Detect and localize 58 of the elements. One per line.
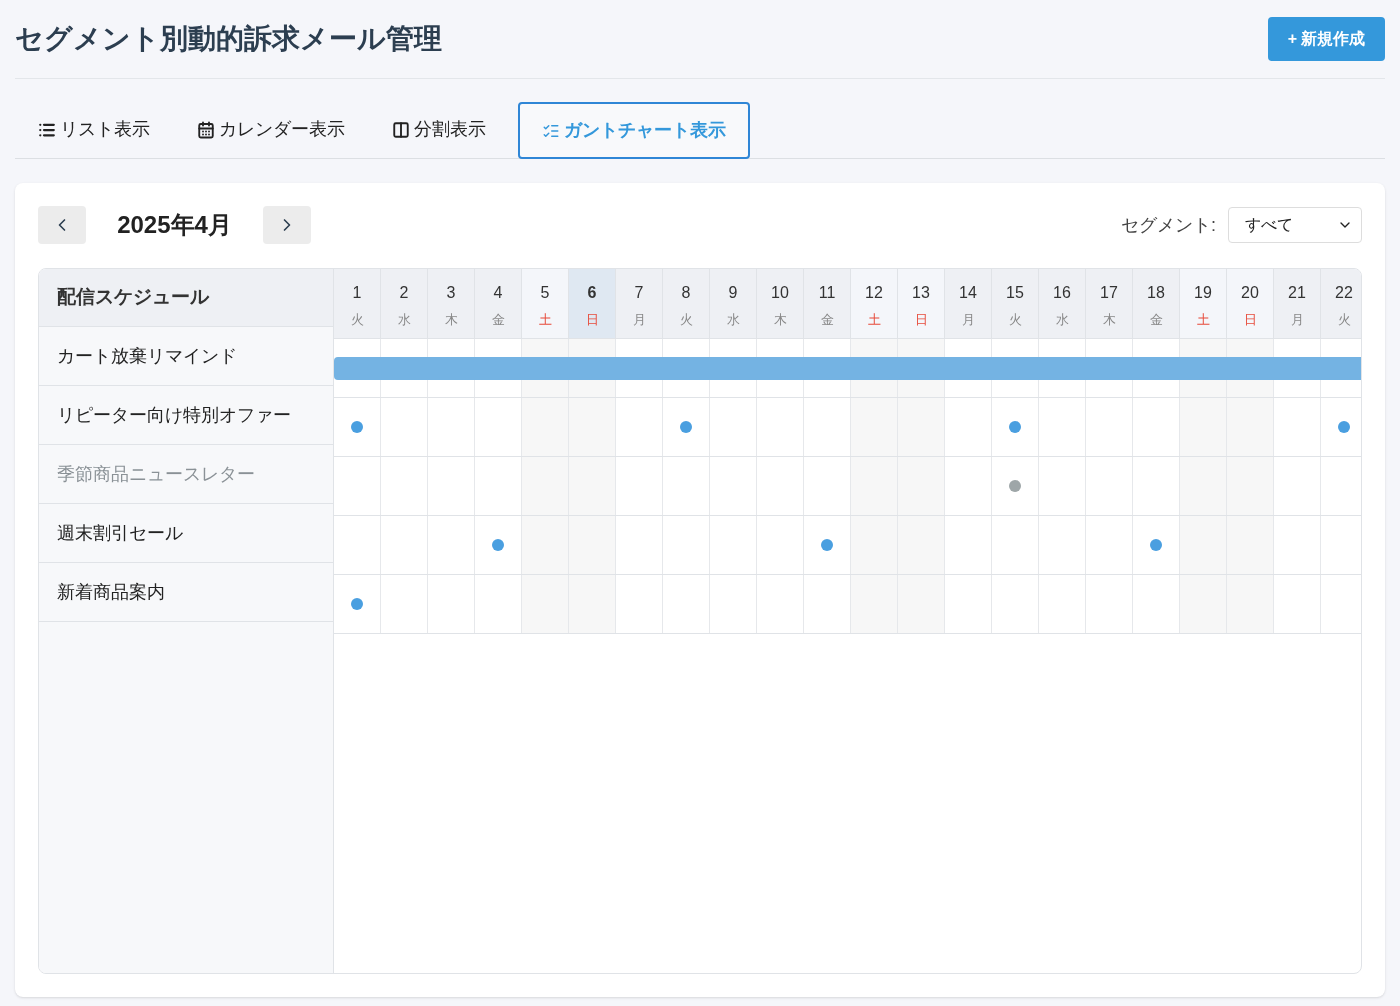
day-number: 17 (1100, 283, 1118, 303)
day-number: 22 (1335, 283, 1353, 303)
view-tab[interactable]: 分割表示 (377, 101, 501, 158)
segment-select[interactable]: すべて (1228, 207, 1362, 243)
month-label: 2025年4月 (116, 210, 233, 240)
segment-name[interactable]: 新着商品案内 (39, 563, 333, 622)
weekday-label: 木 (444, 311, 458, 329)
day-number: 10 (771, 283, 789, 303)
day-number: 14 (959, 283, 977, 303)
day-number: 1 (352, 283, 362, 303)
day-number: 15 (1006, 283, 1024, 303)
day-number: 11 (818, 283, 836, 303)
weekday-label: 月 (632, 311, 646, 329)
day-number: 9 (728, 283, 738, 303)
segment-name[interactable]: 週末割引セール (39, 504, 333, 563)
weekday-label: 火 (1337, 311, 1351, 329)
segment-label: セグメント: (1121, 213, 1216, 237)
segment-name[interactable]: リピーター向け特別オファー (39, 386, 333, 445)
view-tab[interactable]: カレンダー表示 (182, 101, 360, 158)
day-number: 21 (1288, 283, 1306, 303)
weekday-label: 火 (1008, 311, 1022, 329)
day-number: 18 (1147, 283, 1165, 303)
calendar-icon (197, 120, 215, 139)
weekday-label: 土 (867, 311, 881, 329)
weekday-label: 木 (773, 311, 787, 329)
weekday-label: 火 (679, 311, 693, 329)
weekday-label: 土 (1196, 311, 1210, 329)
weekday-label: 金 (1149, 311, 1163, 329)
weekday-label: 月 (1290, 311, 1304, 329)
day-number: 12 (865, 283, 883, 303)
weekday-label: 土 (538, 311, 552, 329)
weekday-label: 水 (397, 311, 411, 329)
weekday-label: 金 (491, 311, 505, 329)
weekday-label: 日 (585, 311, 599, 329)
weekday-label: 月 (961, 311, 975, 329)
weekday-label: 木 (1102, 311, 1116, 329)
page-title: セグメント別動的訴求メール管理 (15, 22, 442, 56)
day-number: 2 (399, 283, 409, 303)
day-number: 4 (493, 283, 503, 303)
day-number: 20 (1241, 283, 1259, 303)
weekday-label: 日 (1243, 311, 1257, 329)
view-tab[interactable]: リスト表示 (23, 101, 165, 158)
weekday-label: 水 (1055, 311, 1069, 329)
columns-icon (392, 120, 410, 139)
day-number: 19 (1194, 283, 1212, 303)
day-number: 7 (634, 283, 644, 303)
weekday-label: 火 (350, 311, 364, 329)
day-number: 6 (587, 283, 597, 303)
day-number: 3 (446, 283, 456, 303)
schedule-heading: 配信スケジュール (39, 269, 333, 327)
day-number: 5 (540, 283, 550, 303)
weekday-label: 水 (726, 311, 740, 329)
day-number: 16 (1053, 283, 1071, 303)
day-number: 8 (681, 283, 691, 303)
weekday-label: 日 (914, 311, 928, 329)
day-number: 13 (912, 283, 930, 303)
weekday-label: 金 (820, 311, 834, 329)
segment-name[interactable]: カート放棄リマインド (39, 327, 333, 386)
